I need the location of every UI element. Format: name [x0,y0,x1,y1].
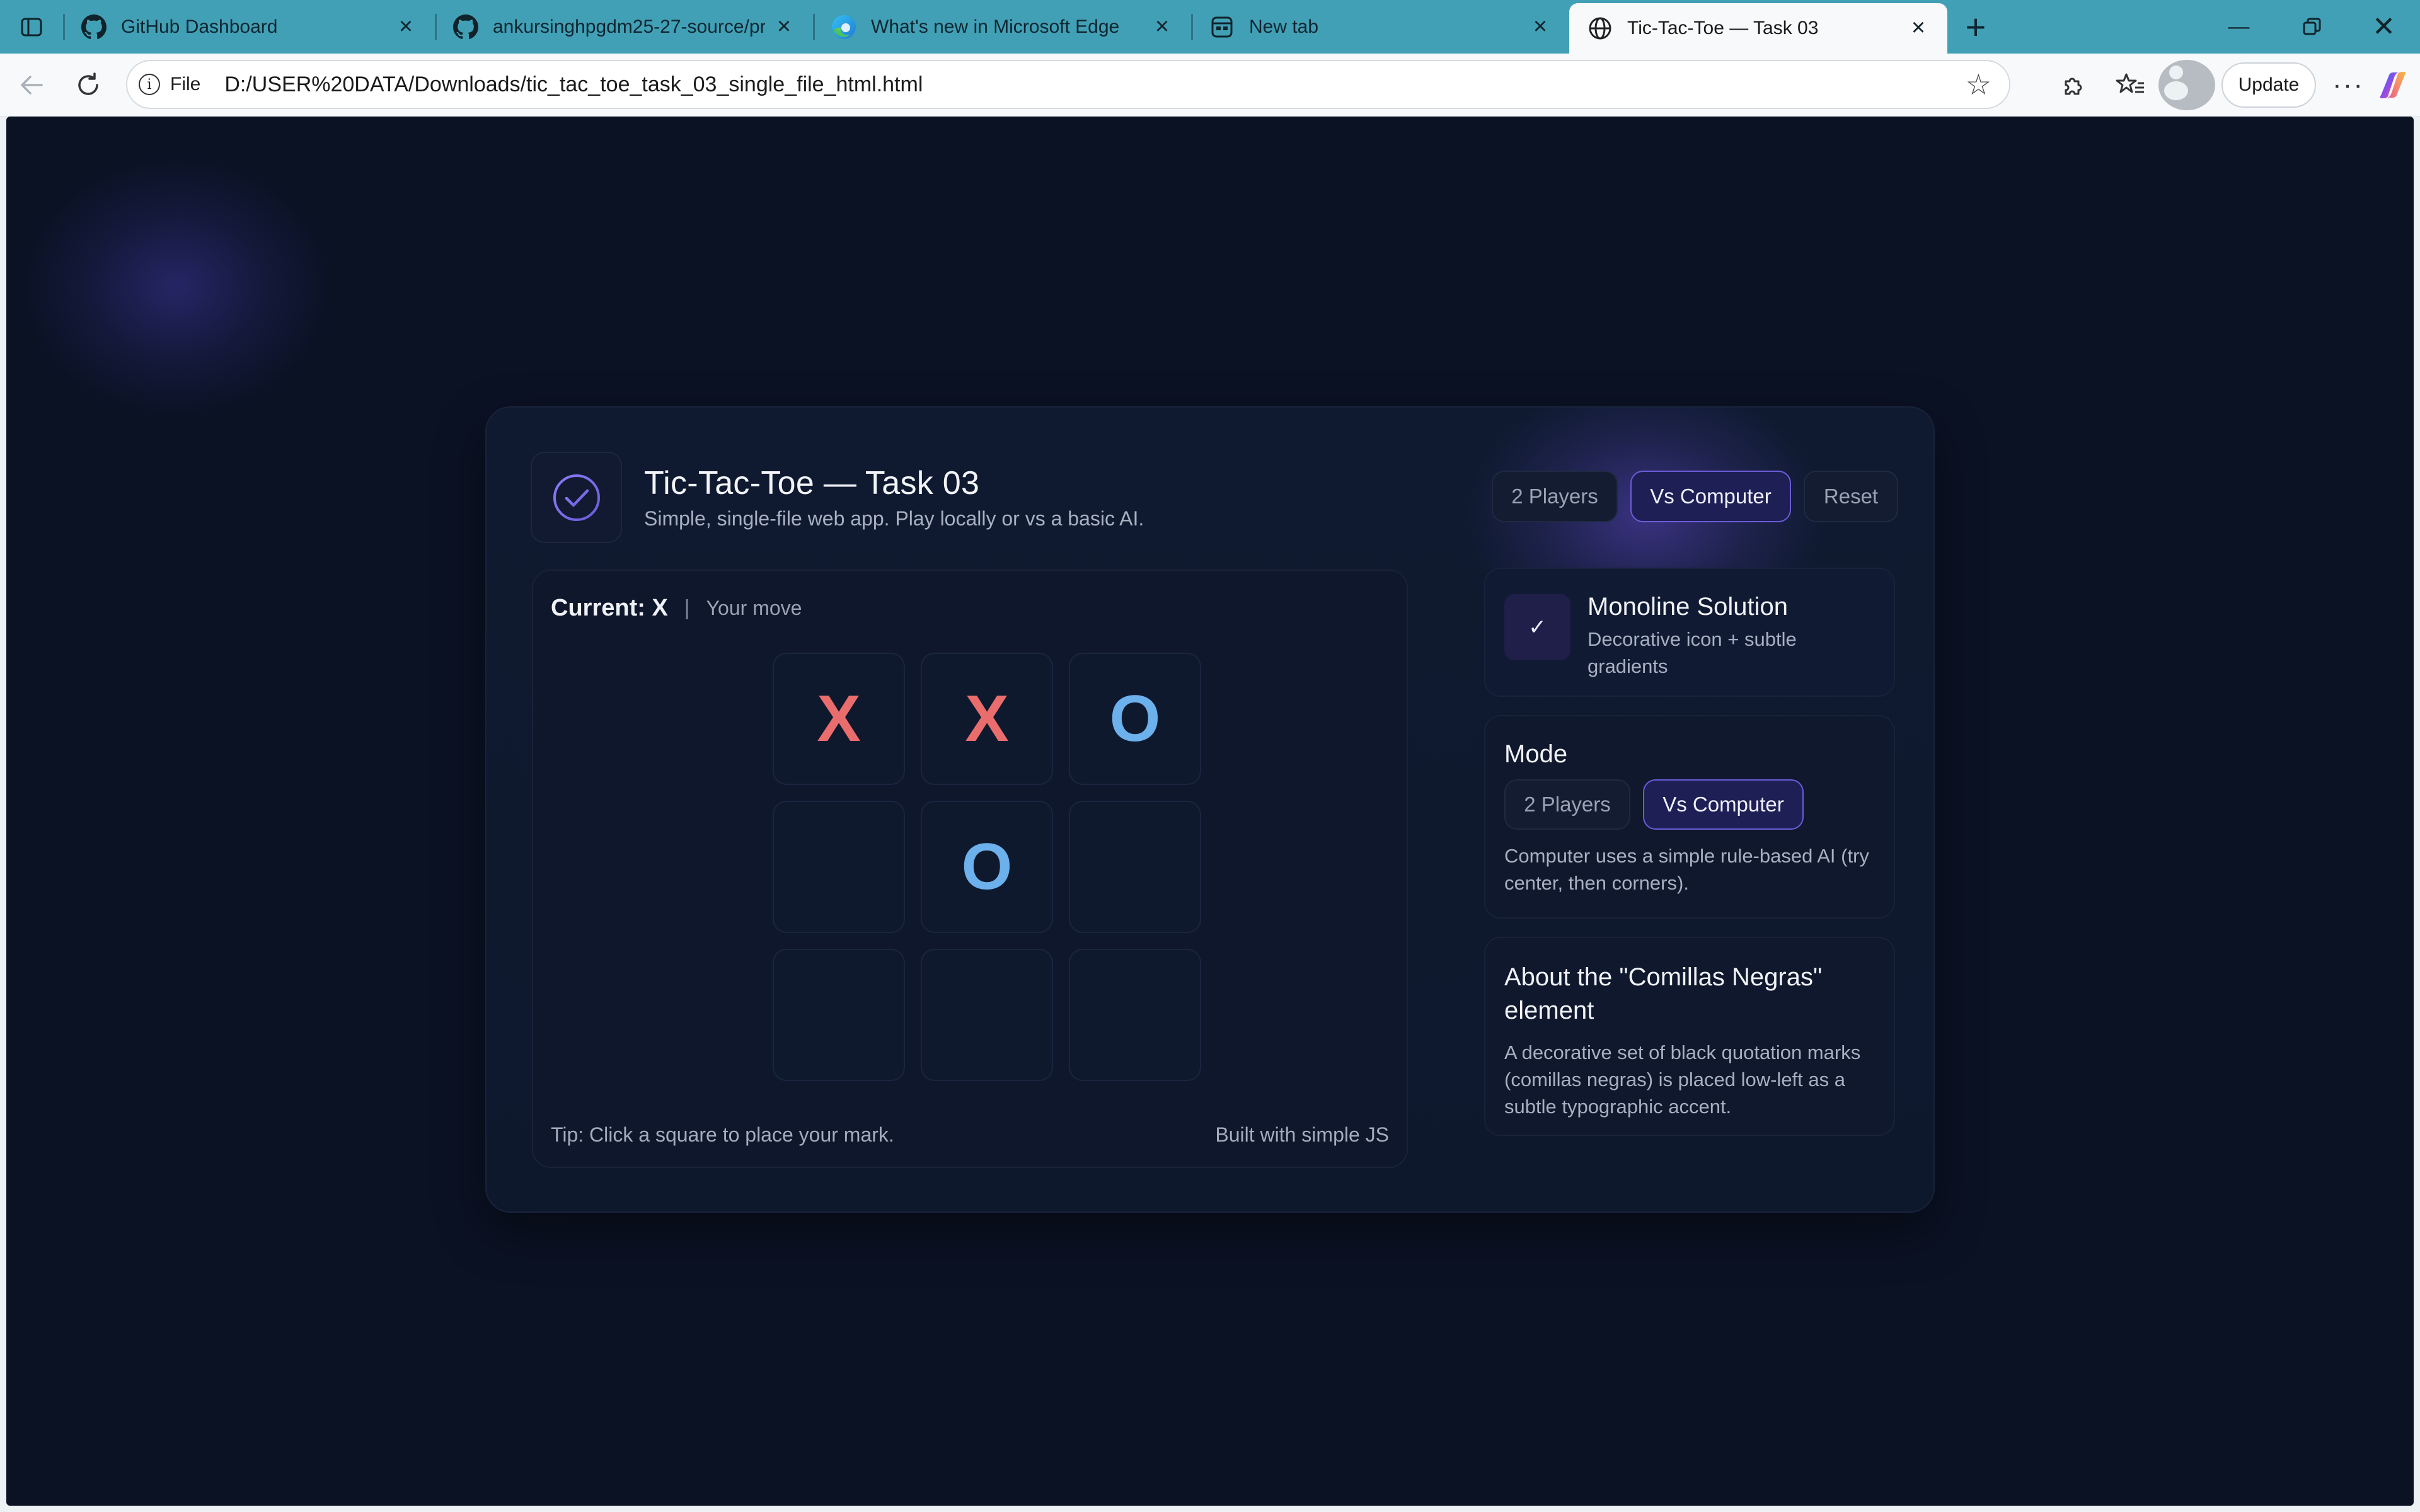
tab-strip: GitHub Dashboard × ankursinghpgdm25-27-s… [0,0,2420,54]
mode-two-players-button[interactable]: 2 Players [1504,779,1630,830]
vs-computer-button[interactable]: Vs Computer [1630,471,1791,522]
mode-vs-computer-button[interactable]: Vs Computer [1643,779,1804,830]
close-tab-icon[interactable]: × [393,14,418,40]
tab-actions-button[interactable] [0,0,63,54]
new-tab-icon [1209,14,1235,40]
board-cell-1-0[interactable] [773,801,905,933]
status-bar: Current: X | Your move [551,595,802,622]
checkmark-icon: ✓ [1504,594,1570,660]
restore-icon[interactable] [2275,0,2348,54]
solution-title: Monoline Solution [1587,593,1788,621]
copilot-icon[interactable] [2371,62,2415,108]
edge-icon [831,14,857,40]
github-icon [452,14,479,40]
new-tab-button[interactable]: + [1947,0,2004,54]
solution-card: ✓ Monoline Solution Decorative icon + su… [1484,568,1895,697]
window-controls: — ✕ [2203,0,2420,54]
current-player-label: Current: X [551,595,668,621]
info-icon: i [139,74,160,95]
board-cell-1-2[interactable] [1069,801,1201,933]
scheme-label: File [170,74,201,94]
board-cell-0-0[interactable]: X [773,653,905,785]
check-circle-icon [553,474,600,521]
about-description: A decorative set of black quotation mark… [1504,1041,1861,1118]
page-title: Tic-Tac-Toe — Task 03 [644,465,980,501]
tab-new-tab[interactable]: New tab × [1191,0,1569,54]
close-tab-icon[interactable]: × [1906,16,1931,41]
board-cell-0-2[interactable]: O [1069,653,1201,785]
browser-toolbar: i File D:/USER%20DATA/Downloads/tic_tac_… [0,54,2420,117]
tip-text: Tip: Click a square to place your mark. [551,1123,894,1146]
app-logo [531,452,622,543]
address-bar[interactable]: i File D:/USER%20DATA/Downloads/tic_tac_… [126,60,2010,109]
solution-description: Decorative icon + subtle gradients [1587,628,1797,677]
board-cell-2-0[interactable] [773,949,905,1081]
background-glow [19,154,334,419]
board-cell-2-1[interactable] [921,949,1053,1081]
update-button[interactable]: Update [2221,62,2316,108]
tab-title: What's new in Microsoft Edge [871,16,1120,37]
tab-title: New tab [1249,16,1319,37]
tab-edge-whats-new[interactable]: What's new in Microsoft Edge × [813,0,1191,54]
mode-card: Mode 2 Players Vs Computer Computer uses… [1484,715,1895,919]
built-with-text: Built with simple JS [1215,1123,1389,1146]
close-tab-icon[interactable]: × [771,14,797,40]
tab-title: Tic-Tac-Toe — Task 03 [1627,18,1819,38]
close-tab-icon[interactable]: × [1150,14,1175,40]
about-title: About the "Comillas Negras" element [1504,963,1823,1024]
page-viewport: Tic-Tac-Toe — Task 03 Simple, single-fil… [6,117,2414,1506]
favorites-icon[interactable] [2102,60,2158,110]
sidebar-tabs-icon [21,18,42,36]
favorite-star-icon[interactable]: ☆ [1966,70,1991,99]
board-cell-1-1[interactable]: O [921,801,1053,933]
github-icon [81,14,107,40]
url-text[interactable]: D:/USER%20DATA/Downloads/tic_tac_toe_tas… [224,72,923,97]
two-players-button[interactable]: 2 Players [1492,471,1618,522]
reset-button[interactable]: Reset [1804,471,1898,522]
refresh-icon [78,72,98,95]
refresh-button[interactable] [60,57,117,113]
minimize-icon[interactable]: — [2203,0,2275,54]
app-card: Tic-Tac-Toe — Task 03 Simple, single-fil… [485,406,1935,1213]
title-block: Tic-Tac-Toe — Task 03 Simple, single-fil… [644,464,1144,530]
extensions-icon[interactable] [2045,60,2102,110]
status-message: Your move [706,597,802,619]
avatar-icon [2158,60,2215,110]
profile-button[interactable] [2158,60,2215,110]
tab-title: ankursinghpgdm25-27-source/pr [493,16,765,37]
page-subtitle: Simple, single-file web app. Play locall… [644,507,1144,530]
close-window-icon[interactable]: ✕ [2348,0,2420,54]
mode-description: Computer uses a simple rule-based AI (tr… [1504,845,1869,894]
close-tab-icon[interactable]: × [1528,14,1553,40]
globe-icon [1587,15,1613,42]
back-arrow-icon [21,75,43,94]
tab-github-repo[interactable]: ankursinghpgdm25-27-source/pr × [435,0,813,54]
status-separator: | [684,596,690,620]
back-button[interactable] [3,57,60,113]
toolbar-icons [2045,60,2215,110]
more-menu-icon[interactable]: ··· [2325,62,2371,108]
about-card: About the "Comillas Negras" element A de… [1484,937,1895,1136]
site-info-button[interactable]: i File [139,74,200,95]
board-cell-0-1[interactable]: X [921,653,1053,785]
tab-tic-tac-toe[interactable]: Tic-Tac-Toe — Task 03 × [1569,3,1947,54]
board-cell-2-2[interactable] [1069,949,1201,1081]
board-panel: Current: X | Your move XXOO Tip: Click a… [532,570,1408,1168]
tab-github-dashboard[interactable]: GitHub Dashboard × [63,0,435,54]
mode-title: Mode [1504,740,1568,768]
tab-title: GitHub Dashboard [121,16,278,37]
